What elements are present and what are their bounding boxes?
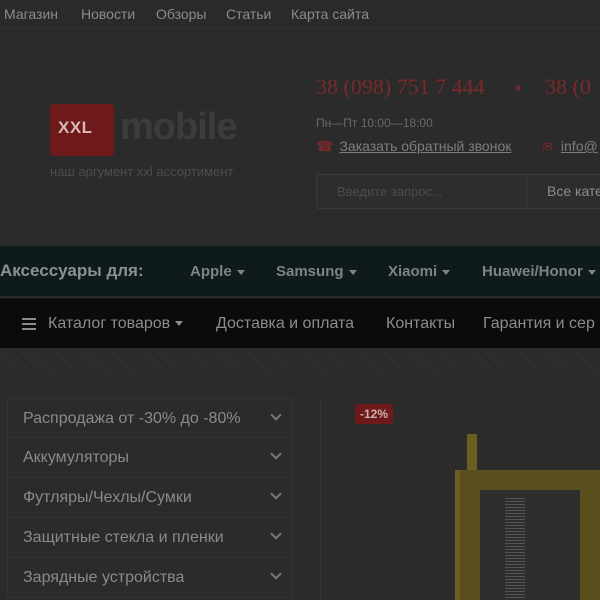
product-image-text-lines xyxy=(505,496,525,600)
chevron-down-icon xyxy=(270,448,282,460)
nav-delivery[interactable]: Доставка и оплата xyxy=(216,315,354,333)
site-logo[interactable]: XXL mobile наш аргумент xxl ассортимент xyxy=(50,102,260,179)
product-image[interactable] xyxy=(455,470,600,600)
sidebar-item-batteries[interactable]: Аккумуляторы xyxy=(7,438,293,478)
chevron-down-icon xyxy=(270,568,282,580)
chevron-down-icon xyxy=(270,528,282,540)
top-link-news[interactable]: Новости xyxy=(81,6,135,22)
envelope-icon: ✉ xyxy=(542,139,553,154)
phone-icon: ☎ xyxy=(316,138,334,154)
accessories-bar: Аксессуары для: Apple Samsung Xiaomi Hua… xyxy=(0,246,600,296)
accessories-samsung-label: Samsung xyxy=(276,263,344,280)
nav-contacts[interactable]: Контакты xyxy=(386,315,455,333)
product-image-connector xyxy=(467,434,477,474)
callback-label: Заказать обратный звонок xyxy=(339,138,512,154)
sidebar-item-label: Аккумуляторы xyxy=(23,449,129,466)
product-image-label xyxy=(480,490,580,600)
top-link-sitemap[interactable]: Карта сайта xyxy=(291,6,369,22)
accessories-huawei-honor[interactable]: Huawei/Honor xyxy=(482,263,596,280)
logo-tagline: наш аргумент xxl ассортимент xyxy=(50,164,234,179)
chevron-down-icon xyxy=(236,269,245,275)
accessories-huawei-honor-label: Huawei/Honor xyxy=(482,263,583,280)
top-link-articles[interactable]: Статьи xyxy=(226,6,271,22)
nav-warranty[interactable]: Гарантия и сер xyxy=(483,315,595,333)
menu-icon xyxy=(22,318,36,330)
main-nav: Каталог товаров Доставка и оплата Контак… xyxy=(0,298,600,348)
sidebar-item-chargers[interactable]: Зарядные устройства xyxy=(7,558,293,598)
sidebar-item-label: Защитные стекла и пленки xyxy=(23,529,224,546)
top-link-shop[interactable]: Магазин xyxy=(4,6,58,22)
chevron-down-icon xyxy=(348,269,357,275)
email-link[interactable]: ✉ info@ xyxy=(542,138,598,155)
search-box xyxy=(316,174,526,209)
sidebar-item-label: Зарядные устройства xyxy=(23,569,185,586)
nav-catalog-label: Каталог товаров xyxy=(48,315,171,332)
chevron-down-icon xyxy=(442,269,451,275)
top-links-bar: Магазин Новости Обзоры Статьи Карта сайт… xyxy=(0,0,600,28)
callback-link[interactable]: ☎ Заказать обратный звонок xyxy=(316,138,511,155)
phone-number-secondary[interactable]: 38 (0 xyxy=(545,74,591,100)
phone-number-primary[interactable]: 38 (098) 751 7 444 xyxy=(316,74,485,100)
chevron-down-icon xyxy=(175,321,184,327)
top-link-reviews[interactable]: Обзоры xyxy=(156,6,207,22)
working-hours: Пн—Пт 10:00—18:00 xyxy=(316,116,433,130)
decorative-pattern-strip xyxy=(0,348,600,374)
accessories-apple-label: Apple xyxy=(190,263,232,280)
accessories-samsung[interactable]: Samsung xyxy=(276,263,357,280)
accessories-xiaomi[interactable]: Xiaomi xyxy=(388,263,451,280)
accessories-title: Аксессуары для: xyxy=(0,261,144,280)
sidebar-item-label: Футляры/Чехлы/Сумки xyxy=(23,489,192,506)
chevron-down-icon xyxy=(587,269,596,275)
accessories-apple[interactable]: Apple xyxy=(190,263,245,280)
sidebar-item-label: Распродажа от -30% до -80% xyxy=(23,410,241,427)
discount-badge: -12% xyxy=(355,404,394,424)
category-sidebar: Распродажа от -30% до -80% Аккумуляторы … xyxy=(7,398,293,598)
nav-catalog[interactable]: Каталог товаров xyxy=(48,315,184,333)
chevron-down-icon xyxy=(270,488,282,500)
sidebar-item-screen-protectors[interactable]: Защитные стекла и пленки xyxy=(7,518,293,558)
logo-wordmark: mobile xyxy=(120,106,237,148)
logo-badge: XXL xyxy=(50,104,114,156)
sidebar-item-sale[interactable]: Распродажа от -30% до -80% xyxy=(7,398,293,438)
phone-separator: • xyxy=(515,78,522,98)
logo-badge-text: XXL xyxy=(58,118,93,137)
search-input[interactable] xyxy=(317,175,526,208)
site-header: XXL mobile наш аргумент xxl ассортимент … xyxy=(0,28,600,246)
sidebar-item-cases[interactable]: Футляры/Чехлы/Сумки xyxy=(7,478,293,518)
email-label: info@ xyxy=(560,138,598,154)
search-category-select[interactable]: Все катего xyxy=(526,174,600,209)
chevron-down-icon xyxy=(270,409,282,421)
accessories-xiaomi-label: Xiaomi xyxy=(388,263,438,280)
